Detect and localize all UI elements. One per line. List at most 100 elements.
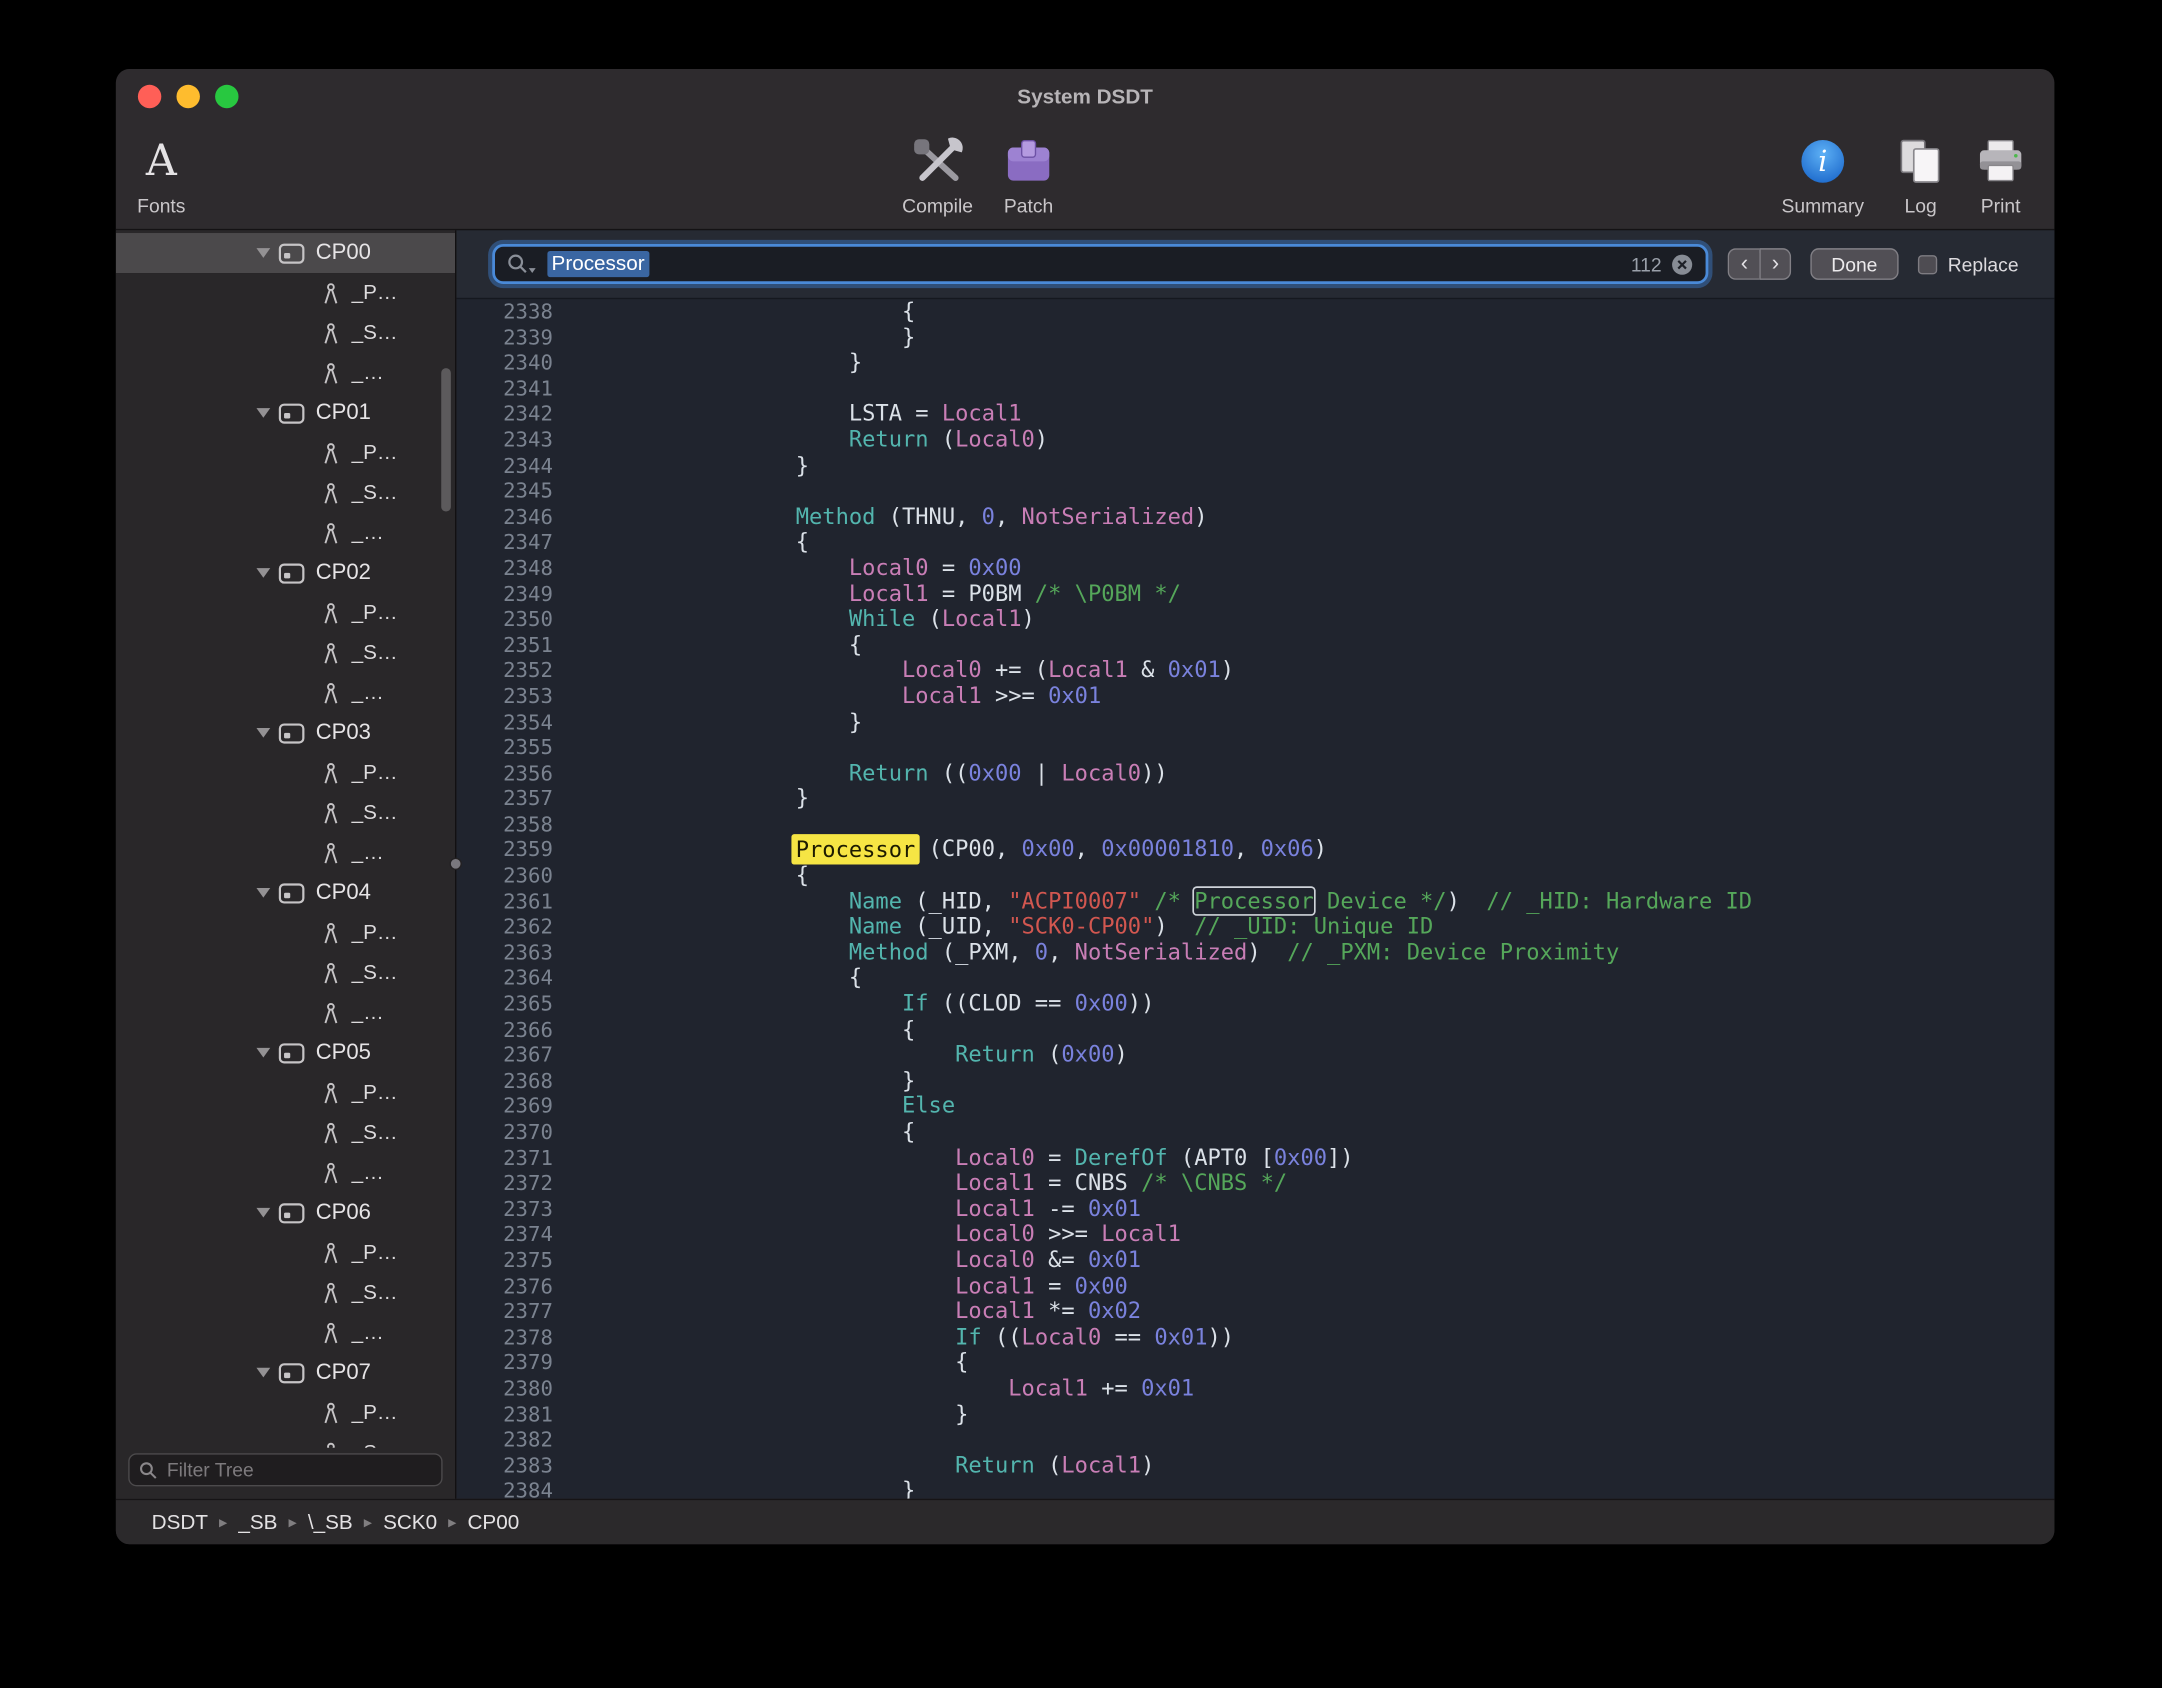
tree-item-_…[interactable]: _…: [116, 353, 455, 393]
code-line[interactable]: 2345: [456, 479, 2054, 505]
tree-item-_S…[interactable]: _S…: [116, 1113, 455, 1153]
code-line[interactable]: 2356 Return ((0x00 | Local0)): [456, 761, 2054, 787]
breadcrumb-item-DSDT[interactable]: DSDT: [152, 1510, 208, 1533]
disclosure-triangle-icon[interactable]: [256, 408, 270, 418]
code-line[interactable]: 2352 Local0 += (Local1 & 0x01): [456, 658, 2054, 684]
breadcrumb-item-CP00[interactable]: CP00: [467, 1510, 519, 1533]
code-line[interactable]: 2363 Method (_PXM, 0, NotSerialized) // …: [456, 940, 2054, 966]
breadcrumb-item-_SB[interactable]: \_SB: [308, 1510, 353, 1533]
replace-checkbox[interactable]: [1917, 254, 1936, 273]
tree-item-_P…[interactable]: _P…: [116, 913, 455, 953]
tree-item-_…[interactable]: _…: [116, 833, 455, 873]
tree-item-_P…[interactable]: _P…: [116, 753, 455, 793]
sidebar-scrollbar[interactable]: [441, 368, 451, 511]
find-next-button[interactable]: ›: [1760, 248, 1792, 280]
pane-resize-handle[interactable]: [449, 858, 461, 870]
disclosure-triangle-icon[interactable]: [256, 568, 270, 578]
code-line[interactable]: 2381 }: [456, 1402, 2054, 1428]
summary-button[interactable]: i Summary: [1770, 130, 1875, 217]
code-line[interactable]: 2369 Else: [456, 1094, 2054, 1120]
tree-item-CP01[interactable]: CP01: [116, 393, 455, 433]
code-line[interactable]: 2368 }: [456, 1068, 2054, 1094]
disclosure-triangle-icon[interactable]: [256, 248, 270, 258]
code-line[interactable]: 2383 Return (Local1): [456, 1453, 2054, 1479]
code-line[interactable]: 2372 Local1 = CNBS /* \CNBS */: [456, 1171, 2054, 1197]
done-button[interactable]: Done: [1811, 248, 1899, 280]
tree-item-_…[interactable]: _…: [116, 513, 455, 553]
code-line[interactable]: 2354 }: [456, 709, 2054, 735]
search-field[interactable]: Processor 112: [492, 244, 1708, 284]
code-line[interactable]: 2344 }: [456, 453, 2054, 479]
find-previous-button[interactable]: ‹: [1728, 248, 1760, 280]
tree-item-_P…[interactable]: _P…: [116, 433, 455, 473]
code-line[interactable]: 2350 While (Local1): [456, 607, 2054, 633]
code-line[interactable]: 2364 {: [456, 966, 2054, 992]
code-line[interactable]: 2365 If ((CLOD == 0x00)): [456, 991, 2054, 1017]
code-line[interactable]: 2361 Name (_HID, "ACPI0007" /* Processor…: [456, 889, 2054, 915]
title-bar[interactable]: System DSDT: [116, 69, 2055, 124]
code-line[interactable]: 2366 {: [456, 1017, 2054, 1043]
search-icon[interactable]: [507, 254, 537, 275]
tree-item-_…[interactable]: _…: [116, 1153, 455, 1193]
tree-item-_S…[interactable]: _S…: [116, 1433, 455, 1448]
code-line[interactable]: 2373 Local1 -= 0x01: [456, 1196, 2054, 1222]
tree-item-CP03[interactable]: CP03: [116, 713, 455, 753]
code-editor[interactable]: 2338 {2339 }2340 }23412342 LSTA = Local1…: [456, 299, 2054, 1499]
tree-item-_P…[interactable]: _P…: [116, 1073, 455, 1113]
tree-item-_S…[interactable]: _S…: [116, 793, 455, 833]
sidebar-tree[interactable]: CP00_P…_S…_…CP01_P…_S…_…CP02_P…_S…_…CP03…: [116, 230, 455, 1447]
tree-item-CP05[interactable]: CP05: [116, 1033, 455, 1073]
code-line[interactable]: 2348 Local0 = 0x00: [456, 556, 2054, 582]
tree-item-CP07[interactable]: CP07: [116, 1353, 455, 1393]
disclosure-triangle-icon[interactable]: [256, 888, 270, 898]
code-line[interactable]: 2346 Method (THNU, 0, NotSerialized): [456, 504, 2054, 530]
tree-item-CP00[interactable]: CP00: [116, 233, 455, 273]
code-line[interactable]: 2375 Local0 &= 0x01: [456, 1248, 2054, 1274]
clear-search-icon[interactable]: [1671, 253, 1693, 275]
tree-item-_S…[interactable]: _S…: [116, 1273, 455, 1313]
tree-item-_S…[interactable]: _S…: [116, 633, 455, 673]
code-line[interactable]: 2341: [456, 376, 2054, 402]
code-line[interactable]: 2367 Return (0x00): [456, 1043, 2054, 1069]
tree-filter-input[interactable]: [164, 1457, 431, 1482]
tree-item-CP02[interactable]: CP02: [116, 553, 455, 593]
code-line[interactable]: 2382: [456, 1427, 2054, 1453]
zoom-button[interactable]: [215, 85, 238, 108]
code-line[interactable]: 2353 Local1 >>= 0x01: [456, 684, 2054, 710]
code-line[interactable]: 2359 Processor (CP00, 0x00, 0x00001810, …: [456, 838, 2054, 864]
code-line[interactable]: 2351 {: [456, 632, 2054, 658]
disclosure-triangle-icon[interactable]: [256, 1048, 270, 1058]
code-line[interactable]: 2377 Local1 *= 0x02: [456, 1299, 2054, 1325]
code-line[interactable]: 2342 LSTA = Local1: [456, 402, 2054, 428]
tree-item-_S…[interactable]: _S…: [116, 953, 455, 993]
code-line[interactable]: 2340 }: [456, 350, 2054, 376]
code-line[interactable]: 2374 Local0 >>= Local1: [456, 1222, 2054, 1248]
code-line[interactable]: 2384 }: [456, 1479, 2054, 1499]
code-line[interactable]: 2376 Local1 = 0x00: [456, 1273, 2054, 1299]
minimize-button[interactable]: [176, 85, 199, 108]
tree-item-_P…[interactable]: _P…: [116, 593, 455, 633]
code-line[interactable]: 2371 Local0 = DerefOf (APT0 [0x00]): [456, 1145, 2054, 1171]
breadcrumb-item-SCK0[interactable]: SCK0: [383, 1510, 437, 1533]
log-button[interactable]: Log: [1882, 130, 1959, 217]
code-line[interactable]: 2379 {: [456, 1350, 2054, 1376]
patch-button[interactable]: Patch: [982, 130, 1076, 217]
tree-item-CP04[interactable]: CP04: [116, 873, 455, 913]
disclosure-triangle-icon[interactable]: [256, 728, 270, 738]
code-line[interactable]: 2360 {: [456, 863, 2054, 889]
code-line[interactable]: 2339 }: [456, 325, 2054, 351]
code-line[interactable]: 2357 }: [456, 786, 2054, 812]
code-line[interactable]: 2378 If ((Local0 == 0x01)): [456, 1325, 2054, 1351]
print-button[interactable]: Print: [1962, 130, 2039, 217]
tree-item-_…[interactable]: _…: [116, 673, 455, 713]
breadcrumb-item-_SB[interactable]: _SB: [238, 1510, 277, 1533]
tree-item-_S…[interactable]: _S…: [116, 313, 455, 353]
code-line[interactable]: 2343 Return (Local0): [456, 427, 2054, 453]
code-line[interactable]: 2380 Local1 += 0x01: [456, 1376, 2054, 1402]
tree-item-_P…[interactable]: _P…: [116, 1233, 455, 1273]
tree-item-_…[interactable]: _…: [116, 1313, 455, 1353]
tree-item-CP06[interactable]: CP06: [116, 1193, 455, 1233]
code-line[interactable]: 2358: [456, 812, 2054, 838]
code-line[interactable]: 2355: [456, 735, 2054, 761]
fonts-button[interactable]: A Fonts: [121, 130, 201, 217]
